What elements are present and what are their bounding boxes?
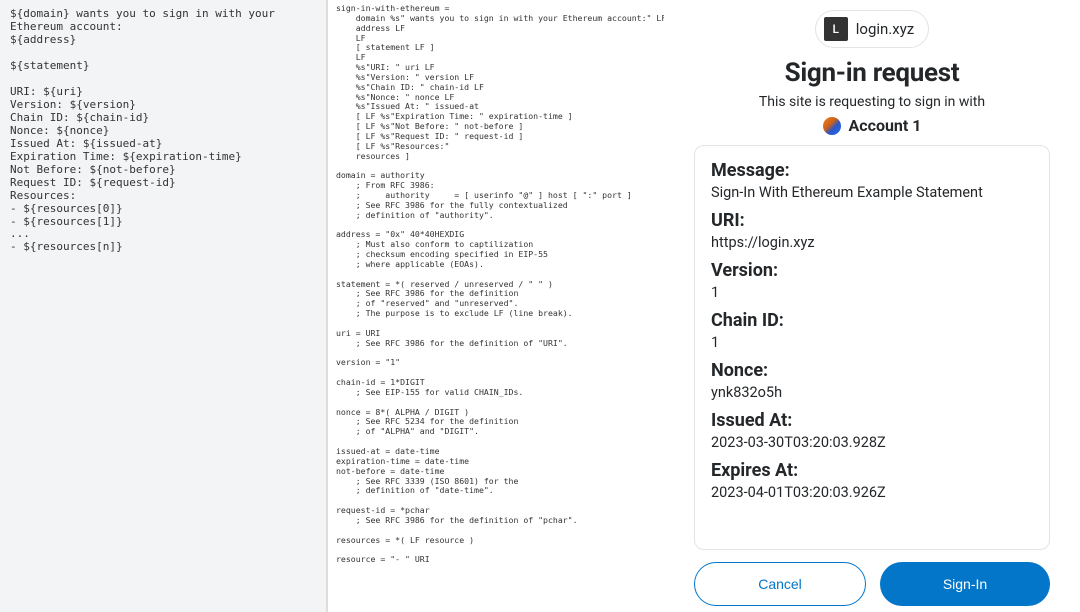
button-row: Cancel Sign-In [694, 562, 1050, 606]
abnf-panel: sign-in-with-ethereum = domain %s" wants… [328, 0, 664, 612]
nonce-value: ynk832o5h [711, 384, 1033, 401]
origin-text: login.xyz [856, 20, 915, 38]
version-label: Version: [711, 260, 1033, 281]
template-text: ${domain} wants you to sign in with your… [10, 8, 316, 254]
account-row: Account 1 [823, 116, 922, 135]
account-avatar-icon [823, 117, 841, 135]
uri-value: https://login.xyz [711, 234, 1033, 251]
signin-button[interactable]: Sign-In [880, 562, 1050, 606]
template-panel: ${domain} wants you to sign in with your… [0, 0, 328, 612]
account-name: Account 1 [849, 116, 922, 135]
message-value: Sign-In With Ethereum Example Statement [711, 184, 1033, 201]
nonce-label: Nonce: [711, 360, 1033, 381]
expires-value: 2023-04-01T03:20:03.926Z [711, 484, 1033, 501]
message-card: Message: Sign-In With Ethereum Example S… [694, 145, 1050, 550]
chainid-label: Chain ID: [711, 310, 1033, 331]
issued-value: 2023-03-30T03:20:03.928Z [711, 434, 1033, 451]
site-icon: L [824, 17, 848, 41]
abnf-text: sign-in-with-ethereum = domain %s" wants… [336, 4, 656, 565]
origin-pill: L login.xyz [815, 10, 930, 48]
message-label: Message: [711, 160, 1033, 181]
version-value: 1 [711, 284, 1033, 301]
cancel-button[interactable]: Cancel [694, 562, 866, 606]
popup-title: Sign-in request [785, 58, 960, 88]
issued-label: Issued At: [711, 410, 1033, 431]
uri-label: URI: [711, 210, 1033, 231]
expires-label: Expires At: [711, 460, 1033, 481]
chainid-value: 1 [711, 334, 1033, 351]
popup-subtitle: This site is requesting to sign in with [759, 94, 985, 110]
signin-popup: L login.xyz Sign-in request This site is… [664, 0, 1080, 612]
